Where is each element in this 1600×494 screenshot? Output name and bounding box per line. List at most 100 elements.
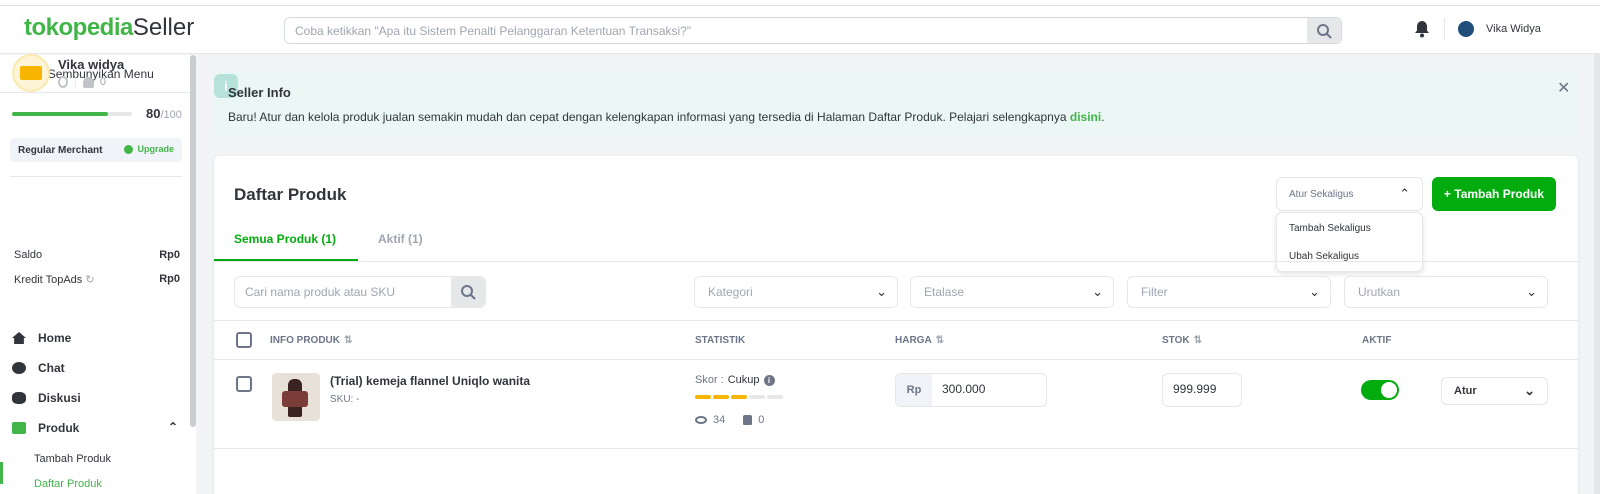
column-label: STOK bbox=[1162, 335, 1190, 346]
upgrade-link[interactable]: Upgrade bbox=[124, 144, 174, 154]
kredit-topads-text: Kredit TopAds bbox=[14, 274, 83, 286]
product-sku: SKU: - bbox=[330, 394, 360, 405]
column-info-produk[interactable]: INFO PRODUK ⇅ bbox=[270, 335, 352, 346]
row-divider bbox=[214, 448, 1578, 449]
view-count: 34 bbox=[713, 414, 726, 426]
product-search-input[interactable] bbox=[245, 283, 445, 301]
home-icon bbox=[12, 332, 26, 344]
shop-score-value: 80 bbox=[146, 106, 161, 121]
shop-score-bar bbox=[12, 112, 132, 116]
page-scrollbar[interactable] bbox=[1594, 54, 1600, 494]
select-all-checkbox[interactable] bbox=[236, 332, 252, 348]
stock-input[interactable] bbox=[1173, 382, 1237, 396]
banner-link[interactable]: disini bbox=[1070, 110, 1101, 124]
shop-name[interactable]: Vika widya bbox=[58, 57, 124, 72]
global-search-input[interactable] bbox=[295, 20, 1285, 41]
row-checkbox[interactable] bbox=[236, 376, 252, 392]
page-title: Daftar Produk bbox=[234, 185, 347, 204]
add-product-button[interactable]: + Tambah Produk bbox=[1432, 177, 1556, 211]
user-avatar[interactable] bbox=[1458, 21, 1474, 37]
followers-count: 0 bbox=[99, 76, 106, 88]
dropdown-item-tambah-sekaligus[interactable]: Tambah Sekaligus bbox=[1289, 223, 1371, 234]
chevron-up-icon: ⌃ bbox=[1399, 186, 1410, 201]
bulk-action-dropdown: Tambah Sekaligus Ubah Sekaligus bbox=[1276, 212, 1423, 272]
window-top-line bbox=[0, 0, 1600, 6]
banner-title: Seller Info bbox=[228, 85, 291, 100]
product-name[interactable]: (Trial) kemeja flannel Uniqlo wanita bbox=[330, 374, 530, 388]
medal-icon bbox=[58, 76, 68, 88]
column-statistik: STATISTIK bbox=[695, 335, 745, 346]
sidebar-item-label: Produk bbox=[38, 421, 80, 435]
score-segment bbox=[749, 395, 765, 399]
meta-divider: | bbox=[74, 76, 77, 88]
refresh-icon[interactable]: ↻ bbox=[85, 274, 94, 286]
sidebar-item-label: Chat bbox=[38, 361, 65, 375]
header-divider bbox=[1444, 18, 1445, 40]
column-aktif: AKTIF bbox=[1362, 335, 1391, 346]
product-image-shirt bbox=[282, 391, 308, 407]
banner-body: Baru! Atur dan kelola produk jualan sema… bbox=[228, 110, 1070, 124]
product-search-button[interactable] bbox=[451, 277, 485, 307]
banner-suffix: . bbox=[1101, 110, 1105, 124]
urutkan-select[interactable]: Urutkan ⌄ bbox=[1344, 276, 1548, 308]
tab-aktif[interactable]: Aktif (1) bbox=[378, 232, 423, 246]
etalase-label: Etalase bbox=[924, 285, 965, 299]
atur-select[interactable]: Atur ⌄ bbox=[1441, 377, 1548, 405]
shop-avatar[interactable] bbox=[12, 54, 50, 92]
seller-info-banner bbox=[214, 72, 1578, 136]
product-score: Skor : Cukup i bbox=[695, 374, 775, 386]
bulk-action-select[interactable]: Atur Sekaligus ⌃ bbox=[1276, 177, 1423, 211]
sort-icon: ⇅ bbox=[1193, 335, 1202, 346]
notification-bell-icon[interactable] bbox=[1414, 20, 1430, 38]
eye-icon bbox=[695, 416, 707, 424]
currency-prefix: Rp bbox=[896, 374, 932, 406]
price-input[interactable] bbox=[942, 382, 1042, 396]
tab-divider bbox=[214, 261, 1578, 262]
info-icon[interactable]: i bbox=[763, 374, 775, 386]
sidebar-item-produk[interactable]: Produk ⌃ bbox=[12, 417, 182, 439]
sidebar-subitem-daftar-produk[interactable]: Daftar Produk bbox=[34, 478, 102, 490]
chat-icon bbox=[12, 362, 26, 374]
sidebar-item-chat[interactable]: Chat bbox=[12, 357, 182, 379]
urutkan-label: Urutkan bbox=[1358, 285, 1401, 299]
kategori-select[interactable]: Kategori ⌄ bbox=[694, 276, 898, 308]
score-value: Cukup bbox=[727, 374, 760, 386]
shop-score-max: /100 bbox=[160, 109, 182, 121]
column-harga[interactable]: HARGA ⇅ bbox=[895, 335, 944, 346]
score-segment bbox=[713, 395, 729, 399]
sidebar-subitem-tambah-produk[interactable]: Tambah Produk bbox=[34, 453, 111, 465]
global-search-button[interactable] bbox=[1307, 18, 1341, 43]
chevron-up-icon: ⌃ bbox=[167, 420, 178, 434]
kredit-topads-row[interactable]: Kredit TopAds ↻ Rp0 bbox=[14, 273, 180, 286]
column-label: HARGA bbox=[895, 335, 932, 346]
logo-seller: Seller bbox=[132, 14, 195, 41]
saldo-value: Rp0 bbox=[159, 249, 180, 261]
tab-semua-produk[interactable]: Semua Produk (1) bbox=[234, 232, 336, 246]
sidebar-item-home[interactable]: Home bbox=[12, 327, 182, 349]
sidebar-scrollbar[interactable] bbox=[190, 55, 196, 427]
column-stok[interactable]: STOK ⇅ bbox=[1162, 335, 1202, 346]
toggle-knob bbox=[1381, 382, 1397, 398]
filter-label: Filter bbox=[1141, 285, 1168, 299]
atur-label: Atur bbox=[1454, 385, 1477, 397]
saldo-row[interactable]: Saldo Rp0 bbox=[14, 249, 180, 261]
score-level-bar bbox=[695, 395, 783, 399]
close-icon[interactable]: ✕ bbox=[1557, 78, 1570, 98]
search-icon bbox=[461, 285, 476, 300]
product-thumbnail[interactable] bbox=[272, 373, 320, 421]
active-tab-indicator bbox=[214, 259, 358, 261]
shop-score: 80/100 bbox=[146, 106, 182, 121]
bulk-action-label: Atur Sekaligus bbox=[1289, 188, 1354, 200]
upgrade-label: Upgrade bbox=[137, 144, 174, 154]
shop-meta: | 0 bbox=[58, 76, 106, 88]
score-segment bbox=[695, 395, 711, 399]
etalase-select[interactable]: Etalase ⌄ bbox=[910, 276, 1114, 308]
sidebar-item-diskusi[interactable]: Diskusi bbox=[12, 387, 182, 409]
shop-box-icon bbox=[20, 66, 42, 80]
chevron-down-icon: ⌄ bbox=[1309, 284, 1320, 299]
score-segment bbox=[731, 395, 747, 399]
logo[interactable]: tokopediaSeller bbox=[24, 14, 194, 42]
filter-select[interactable]: Filter ⌄ bbox=[1127, 276, 1331, 308]
header-username[interactable]: Vika Widya bbox=[1486, 23, 1541, 35]
active-toggle[interactable] bbox=[1361, 380, 1399, 400]
